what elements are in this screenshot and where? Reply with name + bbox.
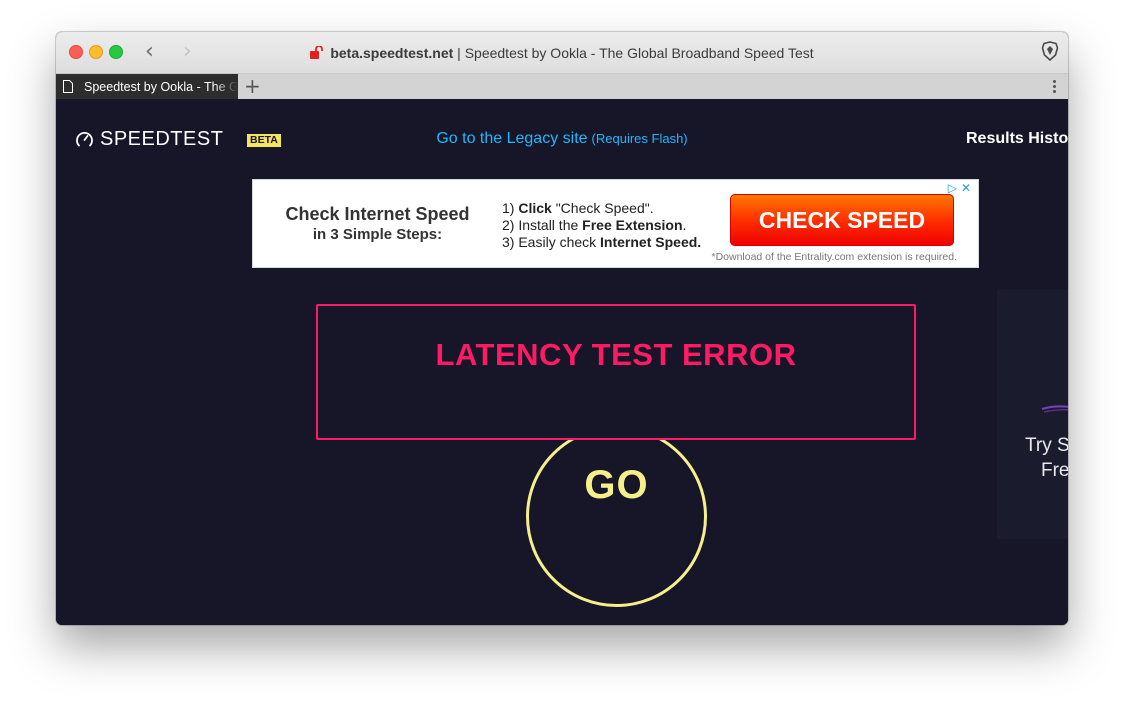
tab-fade	[214, 74, 238, 99]
legacy-site-link[interactable]: Go to the Legacy site	[436, 130, 587, 147]
results-history-link[interactable]: Results Histo	[966, 130, 1068, 148]
ad-headline: Check Internet Speed in 3 Simple Steps:	[270, 204, 485, 243]
document-icon	[63, 80, 73, 93]
ad-banner[interactable]: Check Internet Speed in 3 Simple Steps: …	[252, 179, 979, 268]
ad-step-pre: Install the	[518, 217, 583, 233]
ad-step-3: 3) Easily check Internet Speed.	[502, 234, 701, 251]
ad-step-2: 2) Install the Free Extension.	[502, 217, 701, 234]
title-bar: ‹ › beta.speedtest.net | Speedtest by Oo…	[56, 32, 1068, 74]
tab-active[interactable]: Speedtest by Ookla - The Global Broadban…	[56, 74, 238, 99]
go-button-label[interactable]: GO	[526, 463, 707, 508]
ad-headline-1: Check Internet Speed	[285, 204, 470, 224]
new-tab-button[interactable]: +	[244, 75, 261, 97]
side-promo-line-1: Try S	[1025, 435, 1068, 456]
ad-step-bold: Click	[518, 200, 552, 216]
ad-step-num: 2)	[502, 217, 515, 233]
ad-step-rest: "Check Speed".	[551, 200, 654, 216]
check-speed-button[interactable]: CHECK SPEED	[730, 194, 954, 246]
address-bar[interactable]: beta.speedtest.net | Speedtest by Ookla …	[56, 45, 1068, 61]
ad-step-num: 3)	[502, 234, 515, 250]
tab-bar: Speedtest by Ookla - The Global Broadban…	[56, 74, 1068, 100]
ad-step-1: 1) Click "Check Speed".	[502, 200, 701, 217]
page-content: SPEEDTEST BETA Go to the Legacy site (Req…	[56, 99, 1068, 625]
ad-step-bold: Free Extension	[582, 217, 683, 233]
brave-shield-icon[interactable]	[1041, 41, 1059, 61]
address-domain: beta.speedtest.net	[330, 45, 454, 61]
legacy-site-note: (Requires Flash)	[591, 131, 688, 146]
legacy-site-link-row: Go to the Legacy site (Requires Flash)	[56, 130, 1068, 148]
ad-step-bold: Internet Speed.	[600, 234, 702, 250]
ad-step-pre: Easily check	[518, 234, 601, 250]
ad-choices-icon[interactable]: ▷	[948, 181, 957, 195]
browser-window: ‹ › beta.speedtest.net | Speedtest by Oo…	[56, 32, 1068, 625]
side-promo-line-2: Fre	[1041, 460, 1068, 481]
ad-close-icon[interactable]: ✕	[961, 181, 971, 195]
side-promo-panel[interactable]: Try S Fre	[997, 289, 1068, 539]
latency-error-text: LATENCY TEST ERROR	[435, 337, 797, 372]
go-button-ring[interactable]	[526, 426, 707, 607]
latency-error-box: LATENCY TEST ERROR	[316, 304, 916, 440]
lock-icon	[310, 46, 324, 59]
address-title: | Speedtest by Ookla - The Global Broadb…	[453, 45, 814, 61]
ad-steps: 1) Click "Check Speed". 2) Install the F…	[502, 200, 701, 251]
ad-choices[interactable]: ▷ ✕	[948, 181, 971, 195]
ad-step-rest: .	[682, 217, 687, 233]
ad-footnote: *Download of the Entrality.com extension…	[711, 251, 957, 263]
promo-swoosh-icon	[1041, 405, 1068, 413]
menu-icon[interactable]	[1053, 80, 1056, 95]
ad-headline-2: in 3 Simple Steps:	[312, 226, 443, 243]
ad-step-num: 1)	[502, 200, 515, 216]
